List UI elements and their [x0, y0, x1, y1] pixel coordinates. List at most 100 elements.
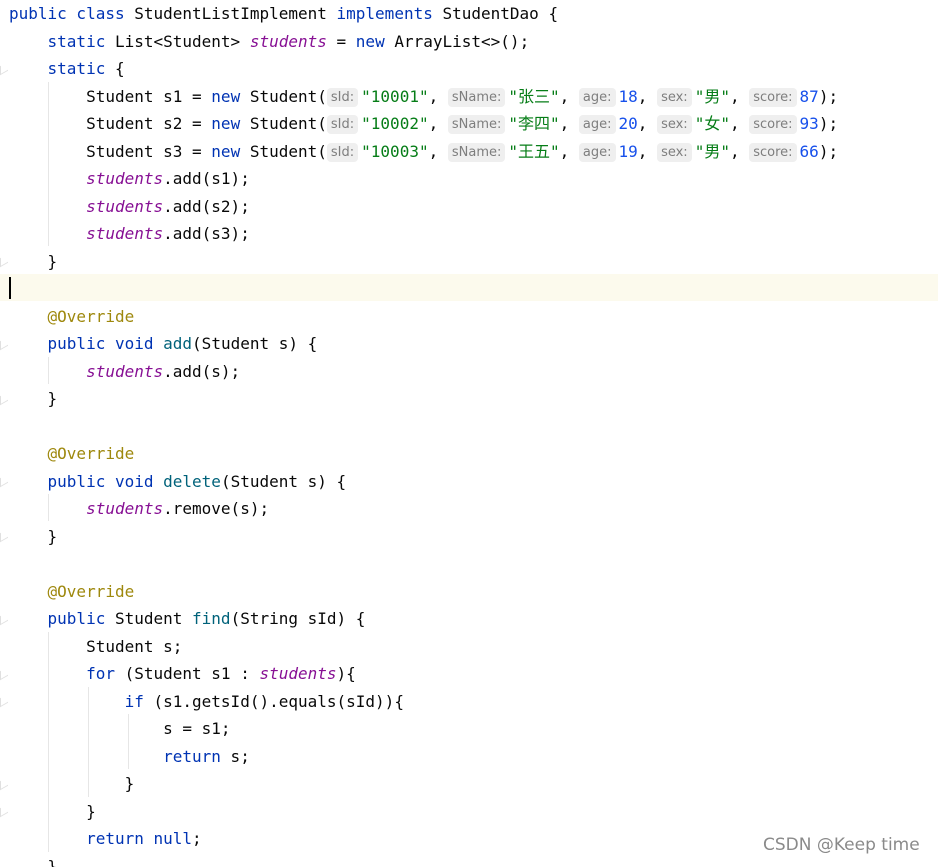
- code-line[interactable]: for (Student s1 : students){: [9, 660, 356, 687]
- code-line[interactable]: students.add(s);: [9, 358, 240, 385]
- code-token: return null: [86, 829, 193, 848]
- code-token: }: [9, 251, 58, 271]
- code-token: students: [86, 196, 164, 216]
- code-line[interactable]: return null;: [9, 825, 202, 852]
- parameter-hint: score:: [749, 142, 797, 162]
- parameter-hint: sex:: [657, 87, 692, 107]
- code-line[interactable]: return s;: [9, 743, 250, 770]
- code-line[interactable]: Student s;: [9, 633, 182, 660]
- code-token: }: [9, 526, 58, 546]
- code-token: ;: [192, 829, 202, 848]
- code-token: ,: [559, 86, 579, 106]
- code-line[interactable]: static {: [9, 55, 125, 82]
- code-token: .add(s3);: [163, 224, 250, 243]
- code-token: }: [9, 801, 96, 821]
- code-token: 66: [799, 141, 819, 161]
- code-line[interactable]: }: [9, 523, 58, 550]
- code-line[interactable]: Student s2 = new Student(sId: "10002", sN…: [9, 110, 838, 137]
- code-token: ,: [637, 86, 658, 106]
- fold-marker-icon[interactable]: [0, 391, 8, 406]
- code-line[interactable]: }: [9, 248, 58, 275]
- code-token: public class: [9, 4, 125, 23]
- parameter-hint: score:: [749, 115, 797, 134]
- code-token: ,: [729, 114, 750, 133]
- code-line[interactable]: public void add(Student s) {: [9, 330, 318, 357]
- code-token: students: [249, 31, 327, 51]
- code-line[interactable]: students.add(s3);: [9, 220, 250, 247]
- parameter-hint: sId:: [326, 87, 359, 107]
- code-token: );: [818, 86, 839, 106]
- code-token: implements: [336, 4, 433, 23]
- fold-marker-icon[interactable]: [0, 253, 8, 268]
- code-editor[interactable]: public class StudentListImplement implem…: [0, 0, 938, 867]
- fold-marker-icon[interactable]: [0, 666, 8, 681]
- fold-marker-icon[interactable]: [0, 473, 8, 488]
- code-token: ,: [559, 114, 579, 133]
- code-line[interactable]: @Override: [9, 578, 135, 605]
- parameter-hint: sName:: [447, 87, 506, 107]
- code-line[interactable]: s = s1;: [9, 715, 230, 742]
- code-token: 87: [799, 86, 819, 106]
- code-line[interactable]: }: [9, 798, 96, 825]
- fold-marker-icon[interactable]: [0, 528, 8, 543]
- fold-marker-icon[interactable]: [0, 803, 8, 818]
- code-line[interactable]: @Override: [9, 440, 135, 467]
- code-token: (s1.getsId().equals(sId)){: [143, 691, 404, 711]
- text-caret: [9, 277, 11, 299]
- code-line[interactable]: if (s1.getsId().equals(sId)){: [9, 688, 404, 715]
- code-token: Student s2 =: [9, 114, 212, 133]
- code-line[interactable]: students.add(s2);: [9, 193, 250, 220]
- parameter-hint: sName:: [447, 115, 506, 134]
- code-token: if: [124, 691, 144, 711]
- fold-marker-icon[interactable]: [0, 336, 8, 351]
- parameter-hint: age:: [578, 87, 616, 107]
- fold-marker-icon[interactable]: [0, 61, 8, 76]
- code-line[interactable]: }: [9, 853, 58, 867]
- code-line[interactable]: public class StudentListImplement implem…: [9, 0, 558, 27]
- code-token: static: [47, 31, 106, 51]
- code-line[interactable]: students.remove(s);: [9, 495, 269, 522]
- code-line[interactable]: }: [9, 770, 135, 797]
- code-token: "女": [694, 114, 730, 133]
- code-line[interactable]: students.add(s1);: [9, 165, 250, 192]
- code-token: .remove(s);: [163, 499, 270, 518]
- code-token: ,: [637, 114, 658, 133]
- code-token: "10002": [361, 114, 429, 133]
- code-token: "王五": [508, 141, 560, 161]
- code-token: ,: [428, 114, 448, 133]
- code-token: delete: [163, 471, 221, 491]
- code-token: );: [818, 141, 839, 161]
- code-token: 18: [618, 86, 638, 106]
- code-token: students: [86, 224, 164, 243]
- code-token: (Student s) {: [220, 471, 347, 491]
- code-token: "男": [694, 141, 730, 161]
- code-token: "李四": [508, 114, 560, 133]
- code-line[interactable]: Student s3 = new Student(sId: "10003", sN…: [9, 138, 838, 165]
- code-line[interactable]: Student s1 = new Student(sId: "10001", sN…: [9, 83, 838, 110]
- code-line[interactable]: }: [9, 385, 58, 412]
- fold-marker-icon[interactable]: [0, 611, 8, 626]
- code-line[interactable]: static List<Student> students = new Arra…: [9, 28, 530, 55]
- code-token: ,: [559, 141, 579, 161]
- code-token: (Student s1 :: [114, 664, 260, 683]
- code-token: new: [355, 31, 385, 51]
- code-line[interactable]: @Override: [9, 303, 135, 330]
- code-line[interactable]: public void delete(Student s) {: [9, 468, 347, 495]
- code-token: ,: [428, 86, 448, 106]
- code-token: @Override: [47, 306, 135, 326]
- fold-marker-icon[interactable]: [0, 776, 8, 791]
- code-token: Student s;: [9, 636, 183, 656]
- code-line[interactable]: public Student find(String sId) {: [9, 605, 366, 632]
- code-token: for: [86, 664, 115, 683]
- fold-marker-icon[interactable]: [0, 693, 8, 708]
- code-token: s;: [220, 746, 250, 766]
